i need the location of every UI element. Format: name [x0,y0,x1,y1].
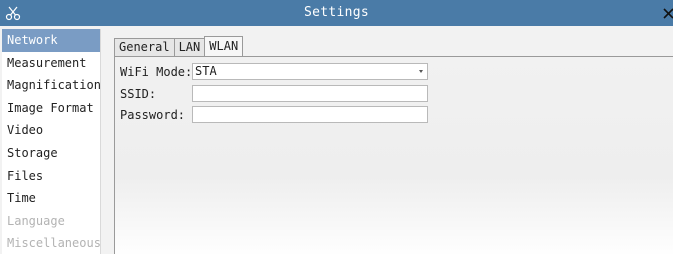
wifi-mode-select[interactable]: STA [192,63,428,80]
sidebar-item-network[interactable]: Network [2,29,100,52]
ssid-label: SSID: [120,86,157,101]
settings-window: Settings Network Measurement Magnificati… [0,0,673,254]
tab-wlan[interactable]: WLAN [204,36,244,56]
sidebar-item-time[interactable]: Time [2,187,100,210]
wifi-mode-label: WiFi Mode: [120,64,193,79]
password-input[interactable] [192,106,428,123]
wifi-mode-value: STA [195,64,217,78]
settings-content: General LAN WLAN WiFi Mode: STA SSID: Pa… [108,29,673,254]
ssid-row: SSID: [120,85,428,102]
wlan-panel: WiFi Mode: STA SSID: Password: [114,56,673,254]
password-row: Password: [120,106,428,123]
sidebar-item-magnification[interactable]: Magnification [2,74,101,97]
sidebar-item-files[interactable]: Files [2,165,100,188]
settings-sidebar: Network Measurement Magnification Image … [2,29,101,254]
tab-lan[interactable]: LAN [173,38,206,56]
dropdown-arrow-icon [419,70,423,73]
window-title: Settings [303,5,369,20]
title-bar: Settings [0,0,673,26]
sidebar-item-measurement[interactable]: Measurement [2,52,100,75]
sidebar-item-image-format[interactable]: Image Format [2,97,100,120]
sidebar-item-storage[interactable]: Storage [2,142,100,165]
sidebar-item-language[interactable]: Language [2,210,100,233]
tab-bar: General LAN WLAN [114,36,244,56]
sidebar-item-miscellaneous[interactable]: Miscellaneous [2,232,101,254]
wifi-mode-row: WiFi Mode: STA [120,63,428,80]
close-icon[interactable] [661,4,673,22]
ssid-input[interactable] [192,85,428,102]
sidebar-item-video[interactable]: Video [2,119,100,142]
tab-general[interactable]: General [114,38,175,56]
password-label: Password: [120,107,186,122]
